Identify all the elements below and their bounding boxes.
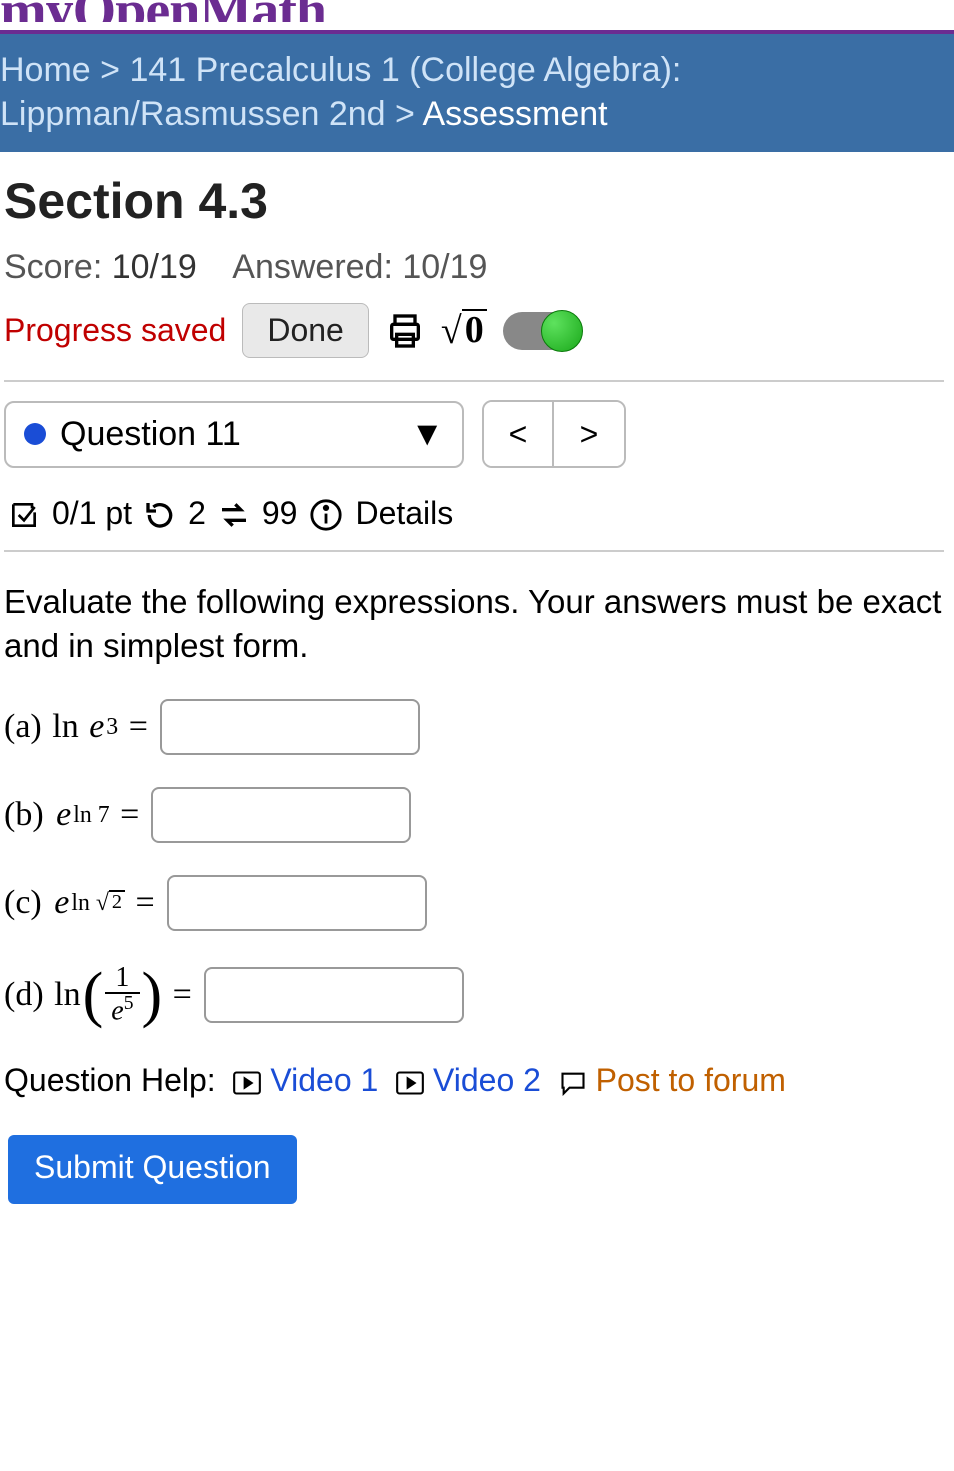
question-select[interactable]: Question 11 ▼ bbox=[4, 401, 464, 468]
chevron-down-icon: ▼ bbox=[410, 415, 444, 454]
video1-link[interactable]: Video 1 bbox=[270, 1062, 378, 1098]
details-link[interactable]: Details bbox=[355, 495, 453, 532]
part-c-input[interactable] bbox=[167, 875, 427, 931]
breadcrumb-current: Assessment bbox=[422, 95, 607, 133]
site-logo: myOpenMath bbox=[0, 0, 954, 22]
question-prompt: Evaluate the following expressions. Your… bbox=[4, 580, 944, 669]
regen-icon bbox=[218, 495, 250, 532]
question-select-label: Question 11 bbox=[60, 415, 241, 454]
score-value: 10/19 bbox=[112, 248, 197, 286]
print-icon[interactable] bbox=[385, 311, 425, 351]
post-forum-link[interactable]: Post to forum bbox=[596, 1062, 786, 1098]
part-d-input[interactable] bbox=[204, 967, 464, 1023]
part-b-row: (b) eln 7 = bbox=[4, 787, 944, 843]
score-label: Score: bbox=[4, 248, 102, 286]
part-b-input[interactable] bbox=[151, 787, 411, 843]
equation-toggle[interactable] bbox=[503, 312, 581, 350]
answered-label: Answered: bbox=[232, 248, 393, 286]
chat-icon bbox=[559, 1062, 596, 1098]
part-d-label: (d) ln(1e5) = bbox=[4, 963, 192, 1026]
part-b-label: (b) eln 7 = bbox=[4, 796, 139, 834]
submit-question-button[interactable]: Submit Question bbox=[8, 1135, 297, 1204]
video2-link[interactable]: Video 2 bbox=[433, 1062, 541, 1098]
divider bbox=[4, 380, 944, 382]
breadcrumb-sep: > bbox=[100, 51, 120, 89]
part-a-row: (a) ln e3 = bbox=[4, 699, 944, 755]
retry-icon bbox=[144, 495, 176, 532]
part-a-input[interactable] bbox=[160, 699, 420, 755]
progress-saved-text: Progress saved bbox=[4, 312, 226, 349]
status-dot-icon bbox=[24, 423, 46, 445]
page-title: Section 4.3 bbox=[4, 172, 944, 230]
part-a-label: (a) ln e3 = bbox=[4, 708, 148, 746]
breadcrumb-sep: > bbox=[395, 95, 415, 133]
part-d-row: (d) ln(1e5) = bbox=[4, 963, 944, 1026]
done-button[interactable]: Done bbox=[242, 303, 369, 358]
answered-value: 10/19 bbox=[402, 248, 487, 286]
points-value: 0/1 pt bbox=[52, 495, 132, 532]
checkbox-icon bbox=[8, 495, 40, 532]
prev-question-button[interactable]: < bbox=[484, 402, 554, 466]
next-question-button[interactable]: > bbox=[554, 402, 624, 466]
video-icon bbox=[233, 1062, 270, 1098]
breadcrumb-home[interactable]: Home bbox=[0, 51, 91, 89]
part-c-label: (c) eln √2 = bbox=[4, 884, 155, 922]
info-icon bbox=[309, 494, 343, 532]
part-c-row: (c) eln √2 = bbox=[4, 875, 944, 931]
math-badge: √0 bbox=[441, 309, 487, 353]
retries-value: 99 bbox=[262, 495, 298, 532]
video-icon bbox=[396, 1062, 433, 1098]
attempts-value: 2 bbox=[188, 495, 206, 532]
help-label: Question Help: bbox=[4, 1062, 216, 1098]
breadcrumb: Home > 141 Precalculus 1 (College Algebr… bbox=[0, 34, 954, 152]
